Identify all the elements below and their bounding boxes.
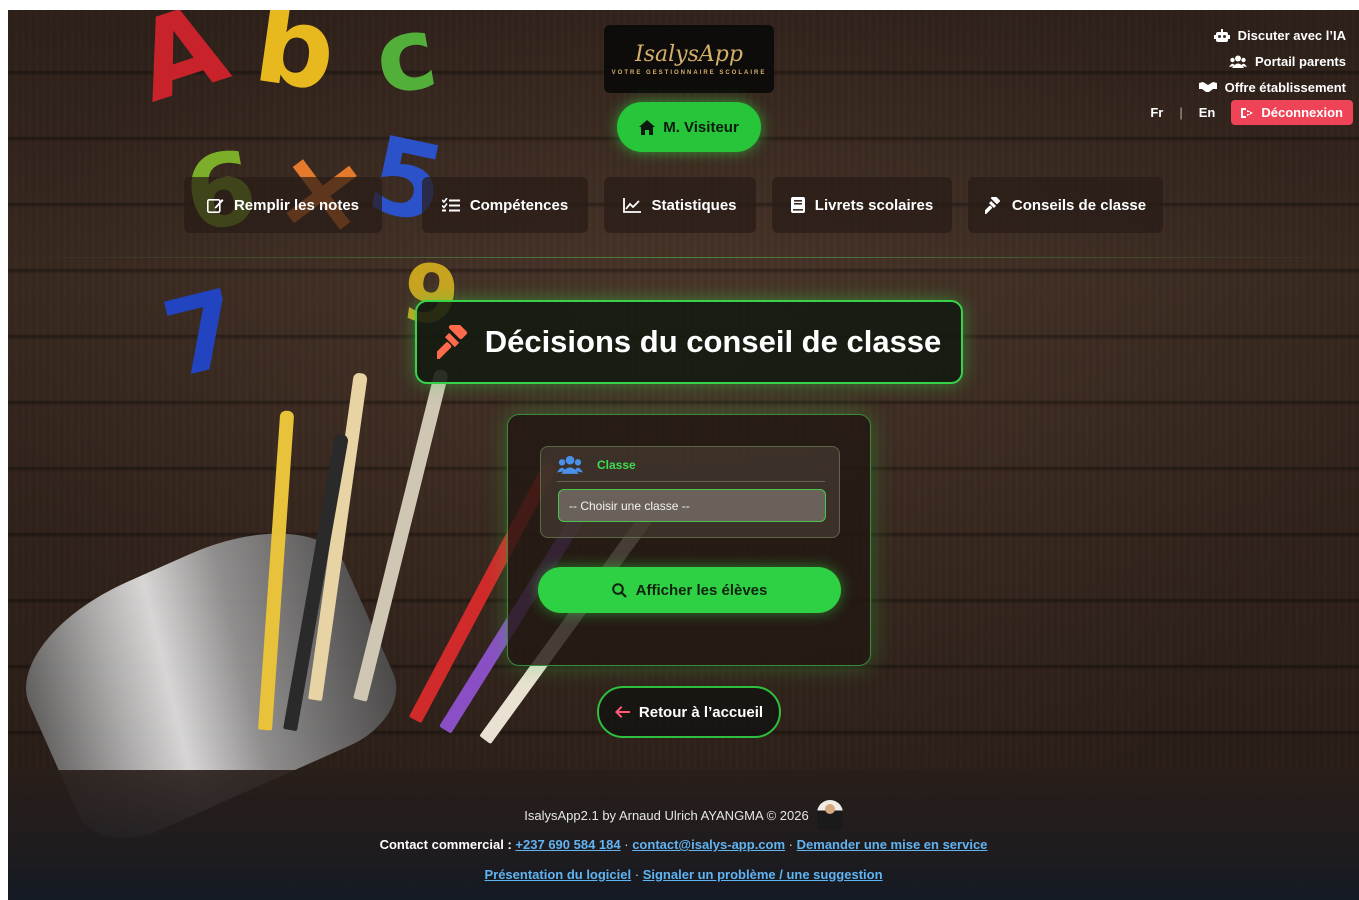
author-avatar [816, 800, 843, 830]
footer-credit: IsalysApp2.1 by Arnaud Ulrich AYANGMA © … [8, 800, 1359, 830]
chart-line-icon [623, 197, 642, 213]
nav-skills-label: Compétences [469, 196, 569, 214]
user-name: M. Visiteur [663, 118, 739, 136]
gavel-icon [984, 196, 1000, 214]
app-frame: A b c 6 × 5 7 9 IsalysApp VOTRE GESTIONN… [8, 10, 1359, 900]
app-logo[interactable]: IsalysApp VOTRE GESTIONNAIRE SCOLAIRE [604, 25, 774, 93]
separator-dot: · [624, 837, 629, 852]
report-issue-link[interactable]: Signaler un problème / une suggestion [643, 867, 883, 882]
back-home-button[interactable]: Retour à l’accueil [597, 686, 781, 738]
footer: IsalysApp2.1 by Arnaud Ulrich AYANGMA © … [8, 770, 1359, 900]
contact-prefix: Contact commercial : [379, 837, 512, 852]
lang-en-link[interactable]: En [1199, 105, 1216, 120]
home-icon [639, 119, 656, 135]
lang-separator: | [1179, 105, 1183, 120]
nav-fill-grades-label: Remplir les notes [233, 196, 360, 214]
nav-divider [8, 257, 1359, 258]
separator-dot: · [788, 837, 794, 852]
show-students-label: Afficher les élèves [635, 581, 768, 599]
edit-icon [206, 198, 224, 213]
logout-button[interactable]: Déconnexion [1231, 100, 1353, 125]
chat-ai-link[interactable]: Discuter avec l’IA [1199, 22, 1346, 48]
main-nav: Remplir les notes Compétences Statistiqu… [8, 177, 1359, 233]
show-students-button[interactable]: Afficher les élèves [538, 567, 841, 613]
book-icon [790, 197, 805, 213]
page-title-box: Décisions du conseil de classe [415, 300, 963, 384]
handshake-icon [1198, 82, 1217, 92]
lang-fr-link[interactable]: Fr [1150, 105, 1163, 120]
credit-text: IsalysApp2.1 by Arnaud Ulrich AYANGMA © … [524, 807, 809, 823]
top-links: Discuter avec l’IA Portail parents Offre… [1198, 22, 1346, 100]
service-request-link[interactable]: Demander une mise en service [797, 837, 988, 852]
users-icon [1228, 55, 1247, 68]
sign-out-icon [1241, 107, 1254, 118]
institution-offer-label: Offre établissement [1224, 79, 1346, 95]
class-selection-card: Classe -- Choisir une classe -- Afficher… [507, 414, 871, 666]
language-switcher: Fr | En Déconnexion [1150, 100, 1353, 125]
users-icon [557, 455, 583, 474]
user-home-button[interactable]: M. Visiteur [617, 102, 761, 152]
class-field-group: Classe -- Choisir une classe -- [540, 446, 840, 538]
footer-contact: Contact commercial : +237 690 584 184 · … [8, 837, 1359, 852]
institution-offer-link[interactable]: Offre établissement [1198, 74, 1346, 100]
nav-report-books[interactable]: Livrets scolaires [772, 177, 952, 233]
robot-icon [1213, 28, 1230, 42]
list-check-icon [441, 198, 460, 212]
back-home-label: Retour à l’accueil [638, 703, 764, 721]
parents-portal-label: Portail parents [1254, 53, 1346, 69]
page-title: Décisions du conseil de classe [484, 324, 942, 359]
parents-portal-link[interactable]: Portail parents [1199, 48, 1346, 74]
gavel-icon [436, 325, 467, 359]
search-icon [611, 582, 627, 598]
nav-statistics[interactable]: Statistiques [604, 177, 756, 233]
class-select[interactable]: -- Choisir une classe -- [558, 489, 826, 522]
separator-dot: · [634, 867, 640, 882]
nav-class-councils[interactable]: Conseils de classe [968, 177, 1163, 233]
arrow-left-icon [614, 706, 630, 718]
footer-links: Présentation du logiciel · Signaler un p… [8, 867, 1359, 882]
presentation-link[interactable]: Présentation du logiciel [484, 867, 631, 882]
nav-statistics-label: Statistiques [651, 196, 737, 214]
nav-report-books-label: Livrets scolaires [814, 196, 934, 214]
class-field-header: Classe [557, 455, 636, 474]
nav-fill-grades[interactable]: Remplir les notes [184, 177, 382, 233]
nav-class-councils-label: Conseils de classe [1011, 196, 1147, 214]
phone-link[interactable]: +237 690 584 184 [515, 837, 620, 852]
nav-skills[interactable]: Compétences [422, 177, 588, 233]
logo-wordmark: IsalysApp [635, 42, 743, 67]
field-divider [557, 481, 825, 482]
letter-b-decoration: b [247, 10, 344, 116]
logout-label: Déconnexion [1261, 105, 1343, 120]
class-field-label: Classe [597, 457, 636, 472]
email-link[interactable]: contact@isalys-app.com [632, 837, 785, 852]
class-select-value: -- Choisir une classe -- [569, 498, 690, 513]
chat-ai-label: Discuter avec l’IA [1237, 27, 1346, 43]
logo-tagline: VOTRE GESTIONNAIRE SCOLAIRE [611, 70, 767, 76]
